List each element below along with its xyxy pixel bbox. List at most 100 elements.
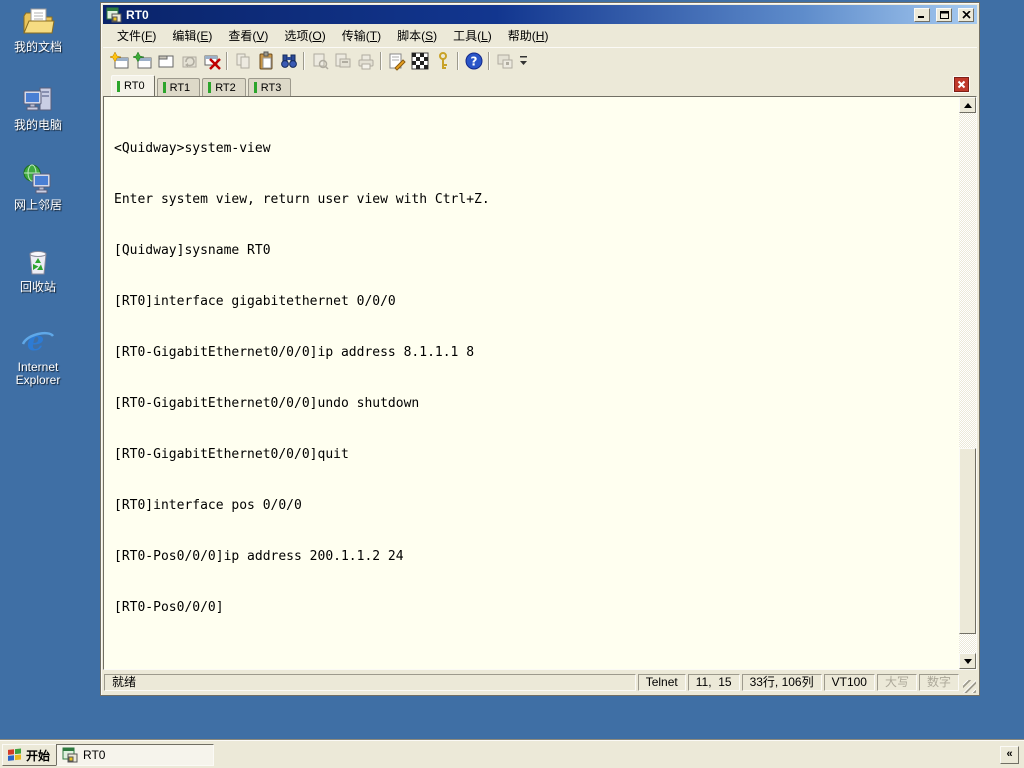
terminal-screen[interactable]: <Quidway>system-view Enter system view, …	[103, 96, 977, 670]
status-cursor-position: 11, 15	[687, 674, 740, 691]
scroll-up-button[interactable]	[959, 97, 976, 113]
tab-label: RT3	[260, 81, 282, 94]
disconnect-icon	[204, 55, 221, 70]
connect-button[interactable]	[131, 50, 154, 72]
desktop-icon-internet-explorer[interactable]: e Internet Explorer	[4, 324, 72, 387]
quick-connect-button[interactable]	[108, 50, 131, 72]
desktop-icon-recycle-bin[interactable]: 回收站	[4, 244, 72, 294]
status-protocol: Telnet	[637, 674, 686, 691]
find-icon	[280, 54, 297, 68]
task-label: RT0	[83, 748, 106, 762]
security-key-button[interactable]	[431, 50, 454, 72]
toolbar: ?	[103, 48, 977, 74]
menu-script[interactable]: 脚本(S)	[389, 24, 445, 47]
session-options-icon	[411, 52, 428, 70]
chevron-left-icon: «	[1006, 748, 1013, 760]
scroll-down-button[interactable]	[959, 653, 976, 669]
menu-bar: 文件(F) 编辑(E) 查看(V) 选项(O) 传输(T) 脚本(S) 工具(L…	[103, 24, 977, 48]
copy-icon	[236, 53, 249, 69]
session-manager-button	[493, 50, 516, 72]
terminal-line: [RT0]interface pos 0/0/0	[114, 498, 302, 513]
start-button[interactable]: 开始	[2, 744, 58, 766]
print-preview-button	[308, 50, 331, 72]
tab-connected-indicator	[117, 80, 120, 92]
resize-grip[interactable]	[963, 680, 976, 693]
disconnect-button[interactable]	[200, 50, 223, 72]
taskbar-task-rt0[interactable]: RT0	[56, 744, 214, 766]
menu-options[interactable]: 选项(O)	[276, 24, 333, 47]
quick-connect-icon	[109, 51, 128, 69]
desktop-icon-my-computer[interactable]: 我的电脑	[4, 84, 72, 132]
tab-connected-indicator	[253, 82, 257, 93]
properties-button[interactable]	[385, 50, 408, 72]
terminal-line: [RT0-Pos0/0/0]	[114, 600, 224, 615]
terminal-window: RT0 文件(F) 编辑(E) 查看(V) 选项(O) 传输(T) 脚本(S) …	[100, 2, 980, 696]
toolbar-separator	[488, 52, 490, 70]
menu-file[interactable]: 文件(F)	[109, 24, 164, 47]
close-icon	[961, 10, 971, 19]
menu-view[interactable]: 查看(V)	[220, 24, 276, 47]
paste-button[interactable]	[254, 50, 277, 72]
tab-rt3[interactable]: RT3	[247, 78, 292, 96]
toolbar-separator	[303, 52, 305, 70]
security-key-icon	[438, 52, 447, 69]
tray-collapse-button[interactable]: «	[1000, 746, 1019, 764]
find-button[interactable]	[277, 50, 300, 72]
tab-connected-indicator	[208, 82, 212, 93]
menu-tools[interactable]: 工具(L)	[445, 24, 500, 47]
arrow-down-icon	[963, 658, 972, 664]
status-bar: 就绪 Telnet 11, 15 33行, 106列 VT100 大写 数字	[103, 672, 977, 693]
app-icon	[106, 7, 122, 22]
help-icon: ?	[465, 52, 482, 70]
toolbar-separator	[380, 52, 382, 70]
tab-connected-indicator	[162, 82, 166, 93]
connect-in-tab-icon	[158, 55, 173, 68]
session-tab-bar: RT0 RT1 RT2 RT3	[103, 74, 977, 96]
tab-rt0[interactable]: RT0	[111, 75, 155, 96]
desktop-icon-my-documents[interactable]: 我的文档	[4, 6, 72, 54]
reconnect-button	[177, 50, 200, 72]
tab-label: RT1	[169, 81, 191, 94]
menu-edit[interactable]: 编辑(E)	[164, 24, 220, 47]
vertical-scrollbar[interactable]	[959, 97, 976, 669]
close-button[interactable]	[958, 7, 974, 22]
desktop-icon-network-places[interactable]: 网上邻居	[4, 162, 72, 212]
print-preview-icon	[313, 53, 329, 70]
terminal-line: [RT0-GigabitEthernet0/0/0]quit	[114, 447, 349, 462]
windows-logo-icon	[8, 748, 21, 761]
tab-label: RT0	[124, 80, 145, 92]
tab-rt2[interactable]: RT2	[202, 78, 246, 96]
reconnect-icon	[182, 56, 196, 68]
svg-text:?: ?	[470, 55, 477, 69]
terminal-line: [Quidway]sysname RT0	[114, 243, 271, 258]
print-setup-icon	[335, 53, 350, 68]
toolbar-separator	[226, 52, 228, 70]
status-ready: 就绪	[104, 674, 636, 691]
status-terminal-size: 33行, 106列	[741, 674, 822, 691]
tab-rt1[interactable]: RT1	[156, 78, 201, 96]
desktop-icon-label: 我的文档	[13, 40, 62, 54]
menu-help[interactable]: 帮助(H)	[500, 24, 557, 47]
session-options-button[interactable]	[408, 50, 431, 72]
window-titlebar[interactable]: RT0	[103, 5, 977, 24]
arrow-up-icon	[963, 102, 972, 108]
taskbar: 开始 RT0 «	[0, 740, 1024, 768]
copy-button	[231, 50, 254, 72]
svg-text:e: e	[27, 326, 44, 357]
terminal-line: Enter system view, return user view with…	[114, 192, 490, 207]
connect-in-tab-button[interactable]	[154, 50, 177, 72]
status-caps-lock: 大写	[876, 674, 917, 691]
toolbar-overflow-icon	[520, 56, 527, 65]
desktop-icon-label: 我的电脑	[13, 118, 62, 132]
toolbar-overflow-button[interactable]	[519, 55, 530, 67]
terminal-line: [RT0-Pos0/0/0]ip address 200.1.1.2 24	[114, 549, 404, 564]
minimize-button[interactable]	[914, 7, 930, 22]
scrollbar-thumb[interactable]	[959, 448, 976, 634]
print-icon	[358, 54, 373, 70]
print-setup-button	[331, 50, 354, 72]
maximize-button[interactable]	[936, 7, 952, 22]
tab-close-button[interactable]	[954, 77, 969, 92]
my-computer-icon	[23, 87, 52, 111]
help-button[interactable]: ?	[462, 50, 485, 72]
menu-transfer[interactable]: 传输(T)	[334, 24, 389, 47]
